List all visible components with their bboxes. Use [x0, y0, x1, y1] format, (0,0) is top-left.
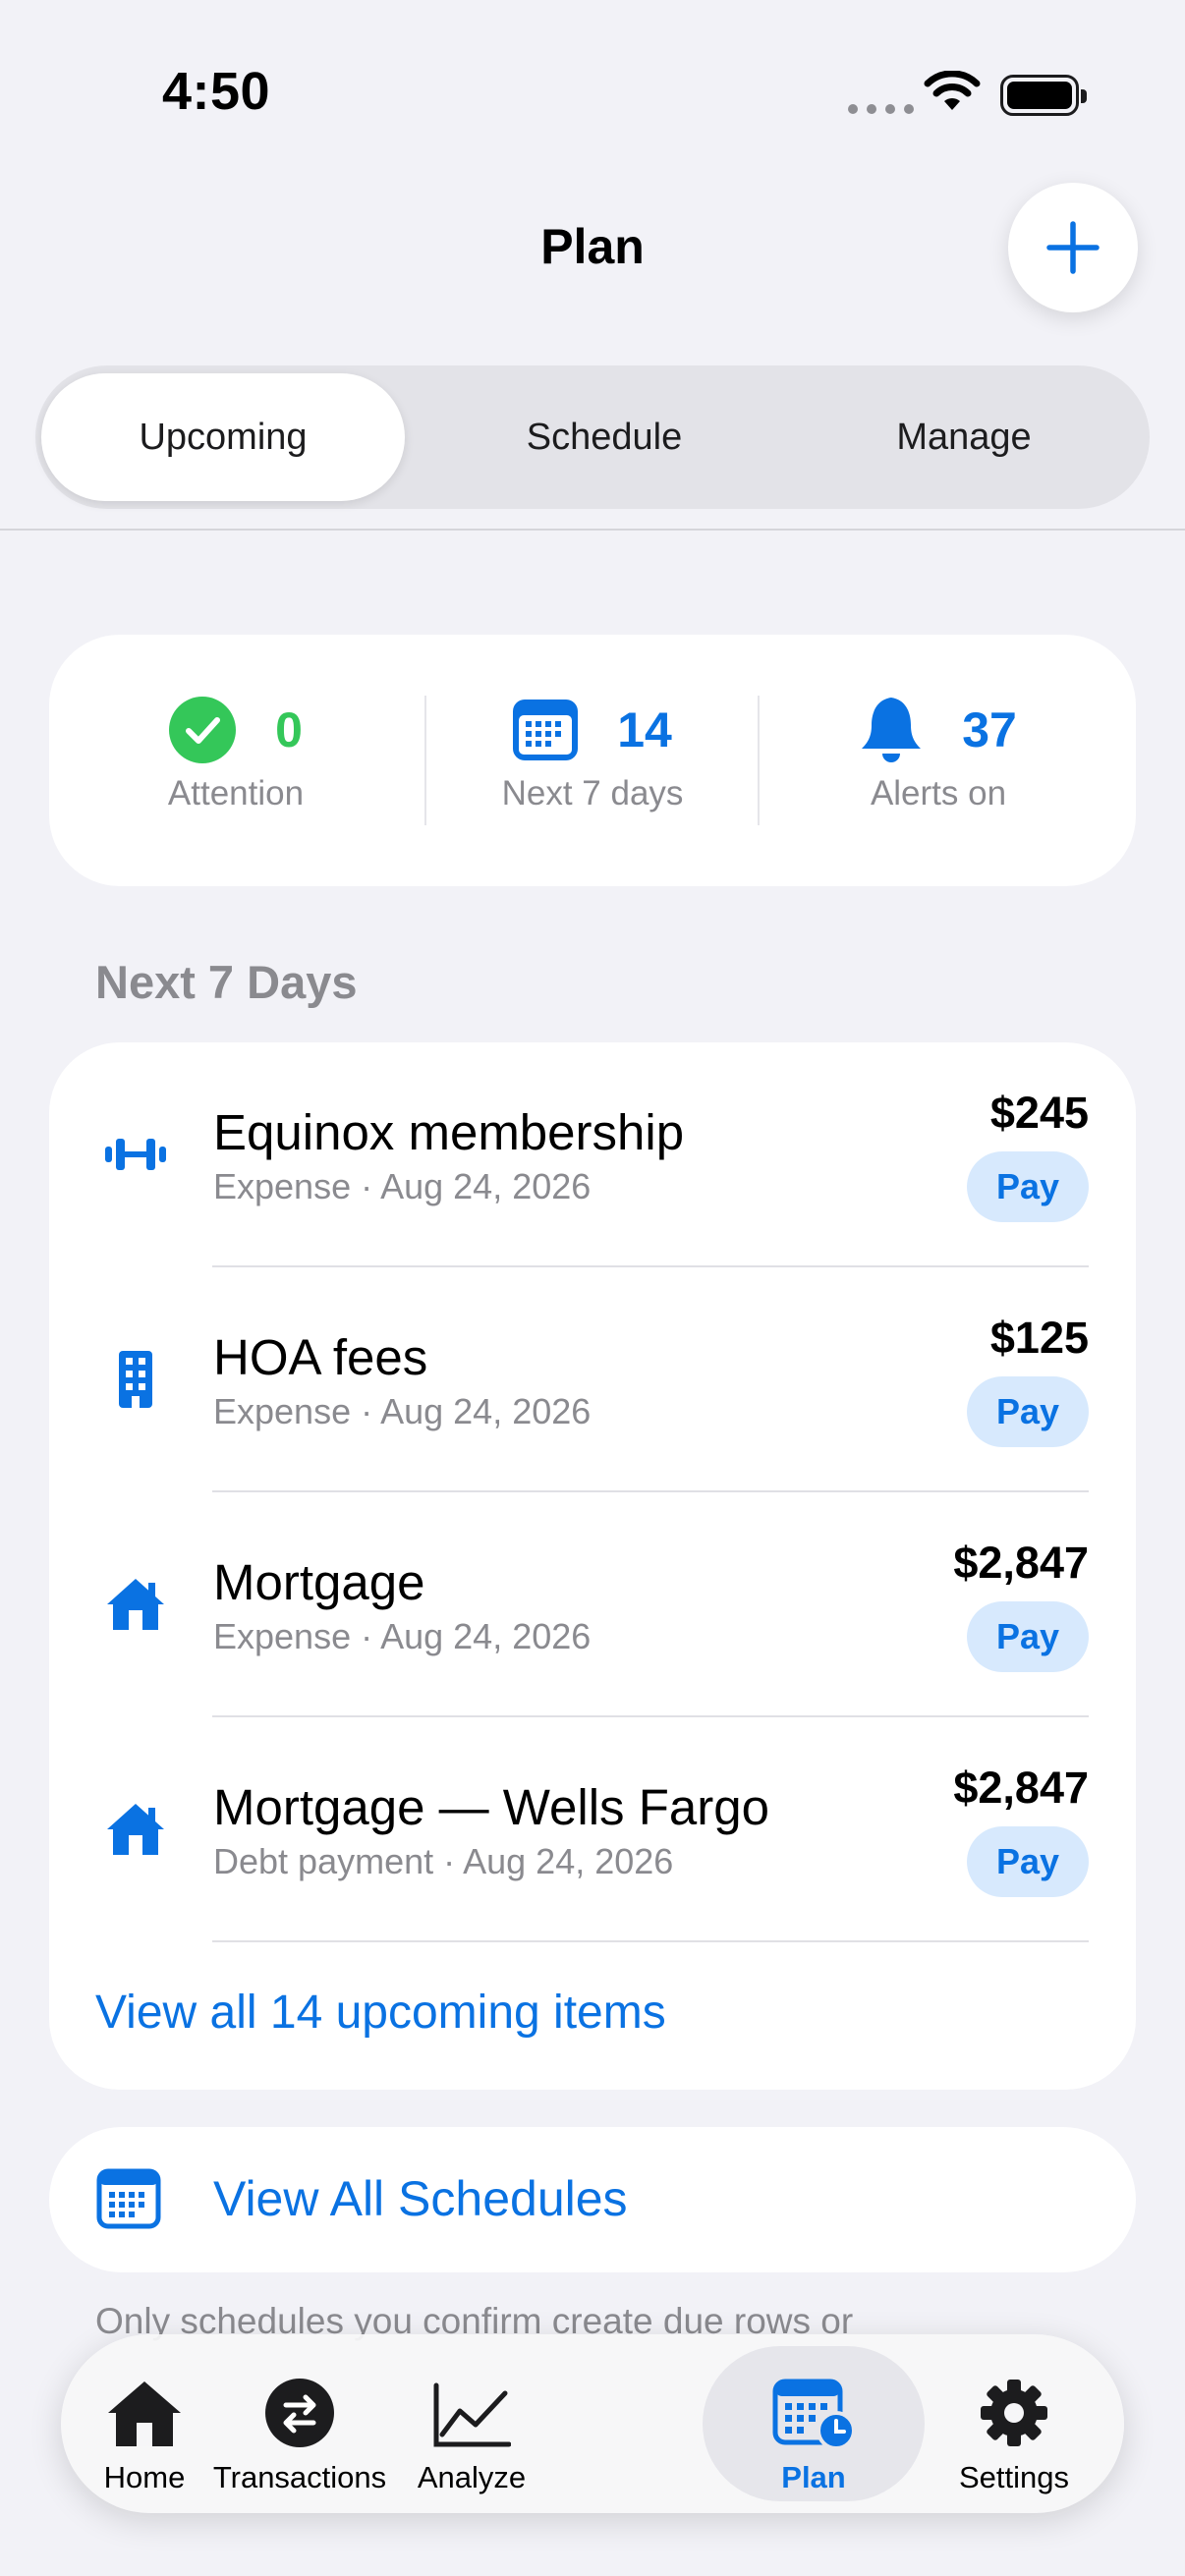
tab-bar: Home Transactions Analyze Plan Settings: [61, 2334, 1124, 2513]
summary-attention[interactable]: 0 Attention: [79, 696, 393, 813]
tab-analyze-label: Analyze: [417, 2460, 527, 2494]
summary-divider: [424, 696, 426, 825]
view-all-schedules-button[interactable]: View All Schedules: [49, 2127, 1136, 2272]
item-amount: $2,847: [953, 1538, 1089, 1588]
summary-alerts[interactable]: 37 Alerts on: [776, 696, 1100, 813]
item-subtitle: Debt payment · Aug 24, 2026: [213, 1841, 674, 1881]
list-item[interactable]: HOA fees Expense · Aug 24, 2026 $125 Pay: [49, 1267, 1136, 1492]
tab-transactions[interactable]: Transactions: [177, 2334, 423, 2513]
battery-icon: [1000, 75, 1087, 116]
gear-icon: [979, 2366, 1049, 2448]
item-subtitle: Expense · Aug 24, 2026: [213, 1166, 592, 1206]
tab-settings-label: Settings: [958, 2460, 1069, 2494]
item-name: Mortgage: [213, 1554, 425, 1610]
next-days-count: 14: [617, 702, 672, 757]
checkmark-circle-icon: [169, 697, 237, 763]
summary-next-days[interactable]: 14 Next 7 days: [442, 696, 743, 813]
pay-button[interactable]: Pay: [967, 1826, 1089, 1897]
house-icon: [100, 1569, 171, 1640]
attention-count: 0: [275, 702, 303, 757]
house-icon: [104, 2366, 185, 2448]
bell-icon: [862, 698, 922, 762]
calendar-icon: [513, 700, 579, 760]
plus-icon: [1046, 221, 1100, 274]
item-amount: $2,847: [953, 1763, 1089, 1813]
wifi-icon: [924, 71, 981, 110]
summary-card: 0 Attention 14 Next 7 days 37 Alerts on: [49, 635, 1136, 886]
pay-button[interactable]: Pay: [967, 1151, 1089, 1222]
list-item[interactable]: Equinox membership Expense · Aug 24, 202…: [49, 1042, 1136, 1267]
row-divider: [212, 1940, 1089, 1942]
list-item[interactable]: Mortgage Expense · Aug 24, 2026 $2,847 P…: [49, 1492, 1136, 1717]
tab-plan[interactable]: Plan: [740, 2334, 887, 2513]
item-name: Equinox membership: [213, 1104, 685, 1160]
dumbbell-icon: [100, 1119, 171, 1190]
item-amount: $125: [989, 1313, 1089, 1363]
house-icon: [100, 1794, 171, 1865]
cellular-dots-icon: [848, 104, 914, 114]
alerts-count: 37: [962, 702, 1017, 757]
calendar-icon: [96, 2168, 161, 2229]
tab-upcoming[interactable]: Upcoming: [41, 373, 405, 501]
arrows-exchange-icon: [264, 2366, 335, 2448]
item-name: HOA fees: [213, 1329, 428, 1385]
next-days-label: Next 7 days: [501, 774, 684, 812]
attention-label: Attention: [167, 774, 305, 812]
item-subtitle: Expense · Aug 24, 2026: [213, 1616, 592, 1656]
tab-settings[interactable]: Settings: [926, 2334, 1102, 2513]
item-subtitle: Expense · Aug 24, 2026: [213, 1391, 592, 1431]
item-name: Mortgage — Wells Fargo: [213, 1779, 769, 1835]
alerts-label: Alerts on: [870, 774, 1007, 812]
pay-button[interactable]: Pay: [967, 1376, 1089, 1447]
view-all-schedules-label: View All Schedules: [213, 2171, 628, 2226]
add-button[interactable]: [1008, 183, 1138, 312]
view-all-upcoming-link[interactable]: View all 14 upcoming items: [95, 1986, 666, 2040]
tab-plan-label: Plan: [781, 2460, 846, 2494]
calendar-clock-icon: [771, 2366, 856, 2448]
list-item[interactable]: Mortgage — Wells Fargo Debt payment · Au…: [49, 1717, 1136, 1942]
summary-divider: [758, 696, 760, 825]
building-icon: [100, 1344, 171, 1415]
tab-schedule[interactable]: Schedule: [423, 373, 786, 501]
upcoming-list: Equinox membership Expense · Aug 24, 202…: [49, 1042, 1136, 2090]
tab-analyze[interactable]: Analyze: [398, 2334, 545, 2513]
tab-home-label: Home: [103, 2460, 186, 2494]
segmented-control: Upcoming Schedule Manage: [35, 365, 1150, 509]
item-amount: $245: [989, 1088, 1089, 1138]
tab-manage[interactable]: Manage: [782, 373, 1146, 501]
section-title: Next 7 Days: [95, 956, 358, 1008]
status-time: 4:50: [162, 62, 271, 121]
tab-transactions-label: Transactions: [212, 2460, 387, 2494]
pay-button[interactable]: Pay: [967, 1601, 1089, 1672]
header-divider: [0, 529, 1185, 531]
chart-line-icon: [432, 2366, 511, 2448]
